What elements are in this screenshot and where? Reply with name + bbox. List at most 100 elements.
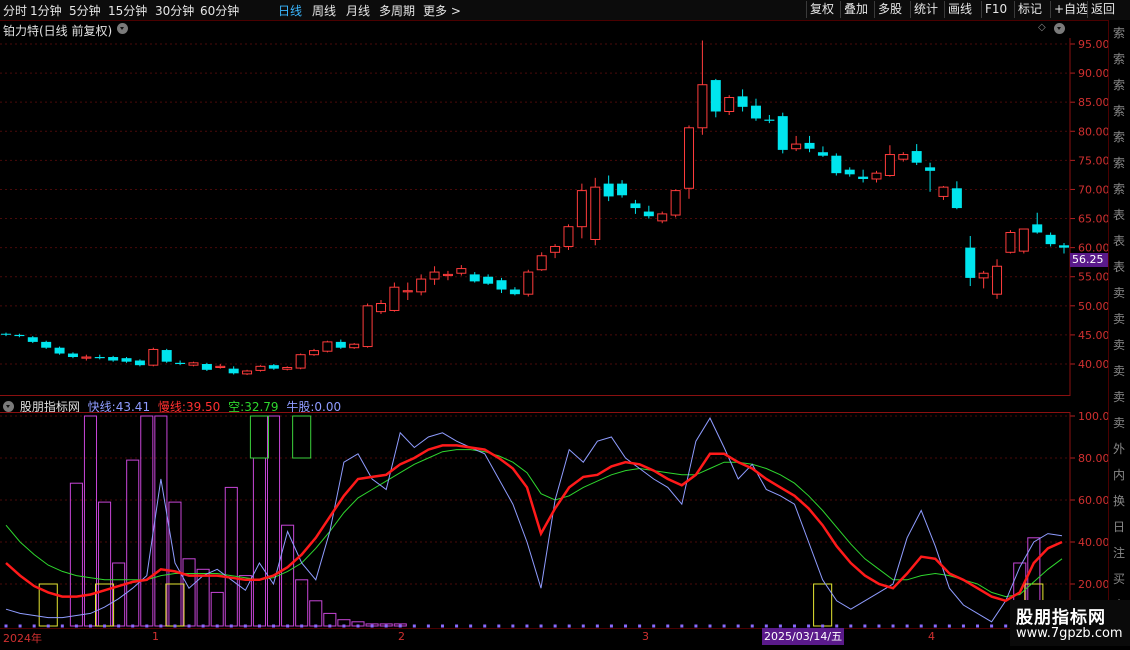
candle-body-up — [429, 271, 440, 280]
info-strip-char: 买 — [1113, 572, 1126, 586]
period-tab-8[interactable]: 月线 — [346, 2, 370, 19]
candle-body-down — [228, 368, 239, 374]
candle-body-up — [884, 154, 895, 176]
period-tab-10[interactable]: 更多 > — [423, 2, 461, 19]
indicator-legend: 股朋指标网 快线:43.41 慢线:39.50 空:32.79 牛股:0.00 — [3, 398, 345, 414]
info-strip-char: 索 — [1113, 104, 1126, 118]
candle-body-up — [523, 271, 534, 295]
date-label-4: 4 — [928, 630, 935, 643]
candle-body-up — [215, 365, 226, 368]
candle-body-up — [657, 213, 668, 222]
price-axis-label: 75.00 — [1078, 154, 1108, 167]
candle-body-up — [456, 268, 467, 274]
stock-title[interactable]: 铂力特(日线 前复权) — [3, 22, 112, 39]
candle-body-down — [67, 353, 78, 358]
period-tab-5[interactable]: 60分钟 — [200, 2, 239, 19]
candle-body-up — [322, 341, 333, 352]
candle-body-down — [603, 183, 614, 197]
candle-body-down — [14, 334, 25, 337]
indicator-menu-icon[interactable] — [3, 401, 14, 412]
candle-body-down — [804, 142, 815, 149]
price-axis-label: 55.00 — [1078, 271, 1108, 284]
info-strip-char: 注 — [1113, 546, 1126, 560]
price-axis-label: 85.00 — [1078, 96, 1108, 109]
price-axis-label: 45.00 — [1078, 329, 1108, 342]
info-strip-char: 外 — [1113, 442, 1126, 456]
toolbar-button-7[interactable]: +自选 — [1050, 1, 1091, 18]
candle-body-up — [871, 172, 882, 180]
period-tab-0[interactable]: 分时 — [3, 2, 27, 19]
toolbar-button-2[interactable]: 多股 — [874, 1, 905, 18]
candle-body-down — [121, 358, 132, 362]
candle-body-up — [978, 272, 989, 279]
candlestick-chart[interactable]: 95.0090.0085.0080.0075.0070.0065.0060.00… — [0, 38, 1108, 396]
candle-body-down — [94, 357, 105, 359]
toolbar-button-5[interactable]: F10 — [981, 1, 1010, 18]
candle-body-down — [831, 155, 842, 174]
last-price-tag: 56.25 — [1070, 253, 1108, 267]
candle-body-up — [550, 245, 561, 253]
candle-body-up — [349, 343, 360, 349]
watermark-url: www.7gpzb.com — [1016, 626, 1123, 641]
candle-body-up — [309, 350, 320, 356]
price-axis-label: 70.00 — [1078, 183, 1108, 196]
candle-body-down — [496, 280, 507, 290]
candle-body-up — [442, 273, 453, 277]
price-axis-label: 95.00 — [1078, 38, 1108, 51]
candle-body-down — [201, 364, 212, 370]
candle-body-down — [509, 289, 520, 295]
candle-body-down — [469, 274, 480, 282]
toolbar-button-1[interactable]: 叠加 — [840, 1, 871, 18]
candle-body-down — [41, 341, 52, 348]
info-strip-char: 换 — [1113, 494, 1126, 508]
candle-body-up — [898, 154, 909, 160]
candle-body-down — [335, 341, 346, 348]
main-plot-bg — [0, 38, 1070, 396]
period-toolbar: 分时 1分钟 5分钟 15分钟 30分钟 60分钟 日线 周线 月线 多周期 更多 > 复权 叠加 多股统… — [0, 0, 1130, 21]
date-label-0: 2024年 — [3, 632, 42, 645]
candle-body-up — [242, 370, 253, 375]
date-label-2: 2 — [398, 630, 405, 643]
candle-body-down — [108, 357, 119, 361]
title-dropdown-icon[interactable] — [117, 23, 128, 34]
toolbar-button-8[interactable]: 返回 — [1087, 1, 1118, 18]
toolbar-button-6[interactable]: 标记 — [1014, 1, 1045, 18]
chart-menu-icon[interactable] — [1054, 23, 1065, 34]
candle-body-down — [817, 152, 828, 156]
period-tab-4[interactable]: 30分钟 — [155, 2, 194, 19]
date-label-3: 3 — [642, 630, 649, 643]
right-info-strip[interactable]: 索索索索索索索表表表卖卖卖卖卖卖外内换日注买卖 — [1108, 20, 1130, 630]
candle-body-up — [282, 366, 293, 370]
period-tab-1[interactable]: 1分钟 — [30, 2, 62, 19]
price-axis-label: 80.00 — [1078, 125, 1108, 138]
price-axis-label: 90.00 — [1078, 67, 1108, 80]
chart-title-bar: 铂力特(日线 前复权) ◇ — [0, 20, 1070, 38]
candle-body-up — [576, 190, 587, 228]
period-tab-9[interactable]: 多周期 — [379, 2, 415, 19]
candle-body-down — [268, 365, 279, 369]
candle-body-up — [81, 356, 92, 359]
indicator-chart[interactable]: 100.0 80.00 60.00 40.00 20.00 — [0, 412, 1108, 628]
indicator-axis-label: 20.00 — [1078, 578, 1108, 591]
watermark: 股朋指标网 www.7gpzb.com — [1010, 600, 1130, 646]
toolbar-button-4[interactable]: 画线 — [944, 1, 975, 18]
crosshair-date: 2025/03/14/五 — [762, 628, 845, 645]
toolbar-button-3[interactable]: 统计 — [910, 1, 941, 18]
period-tab-2[interactable]: 5分钟 — [69, 2, 101, 19]
toolbar-button-0[interactable]: 复权 — [806, 1, 837, 18]
period-tab-3[interactable]: 15分钟 — [108, 2, 147, 19]
candle-body-up — [992, 265, 1003, 295]
candle-body-up — [389, 286, 400, 311]
info-strip-char: 内 — [1113, 468, 1126, 482]
info-strip-char: 索 — [1113, 52, 1126, 66]
date-label-1: 1 — [152, 630, 159, 643]
period-tab-7[interactable]: 周线 — [312, 2, 336, 19]
candle-body-down — [27, 337, 38, 342]
diamond-icon[interactable]: ◇ — [1038, 22, 1046, 33]
price-axis-label: 40.00 — [1078, 358, 1108, 371]
period-tab-6[interactable]: 日线 — [278, 2, 302, 19]
info-strip-char: 表 — [1113, 260, 1126, 274]
candle-body-down — [1045, 234, 1056, 245]
info-strip-char: 表 — [1113, 208, 1126, 222]
candle-body-down — [965, 247, 976, 278]
